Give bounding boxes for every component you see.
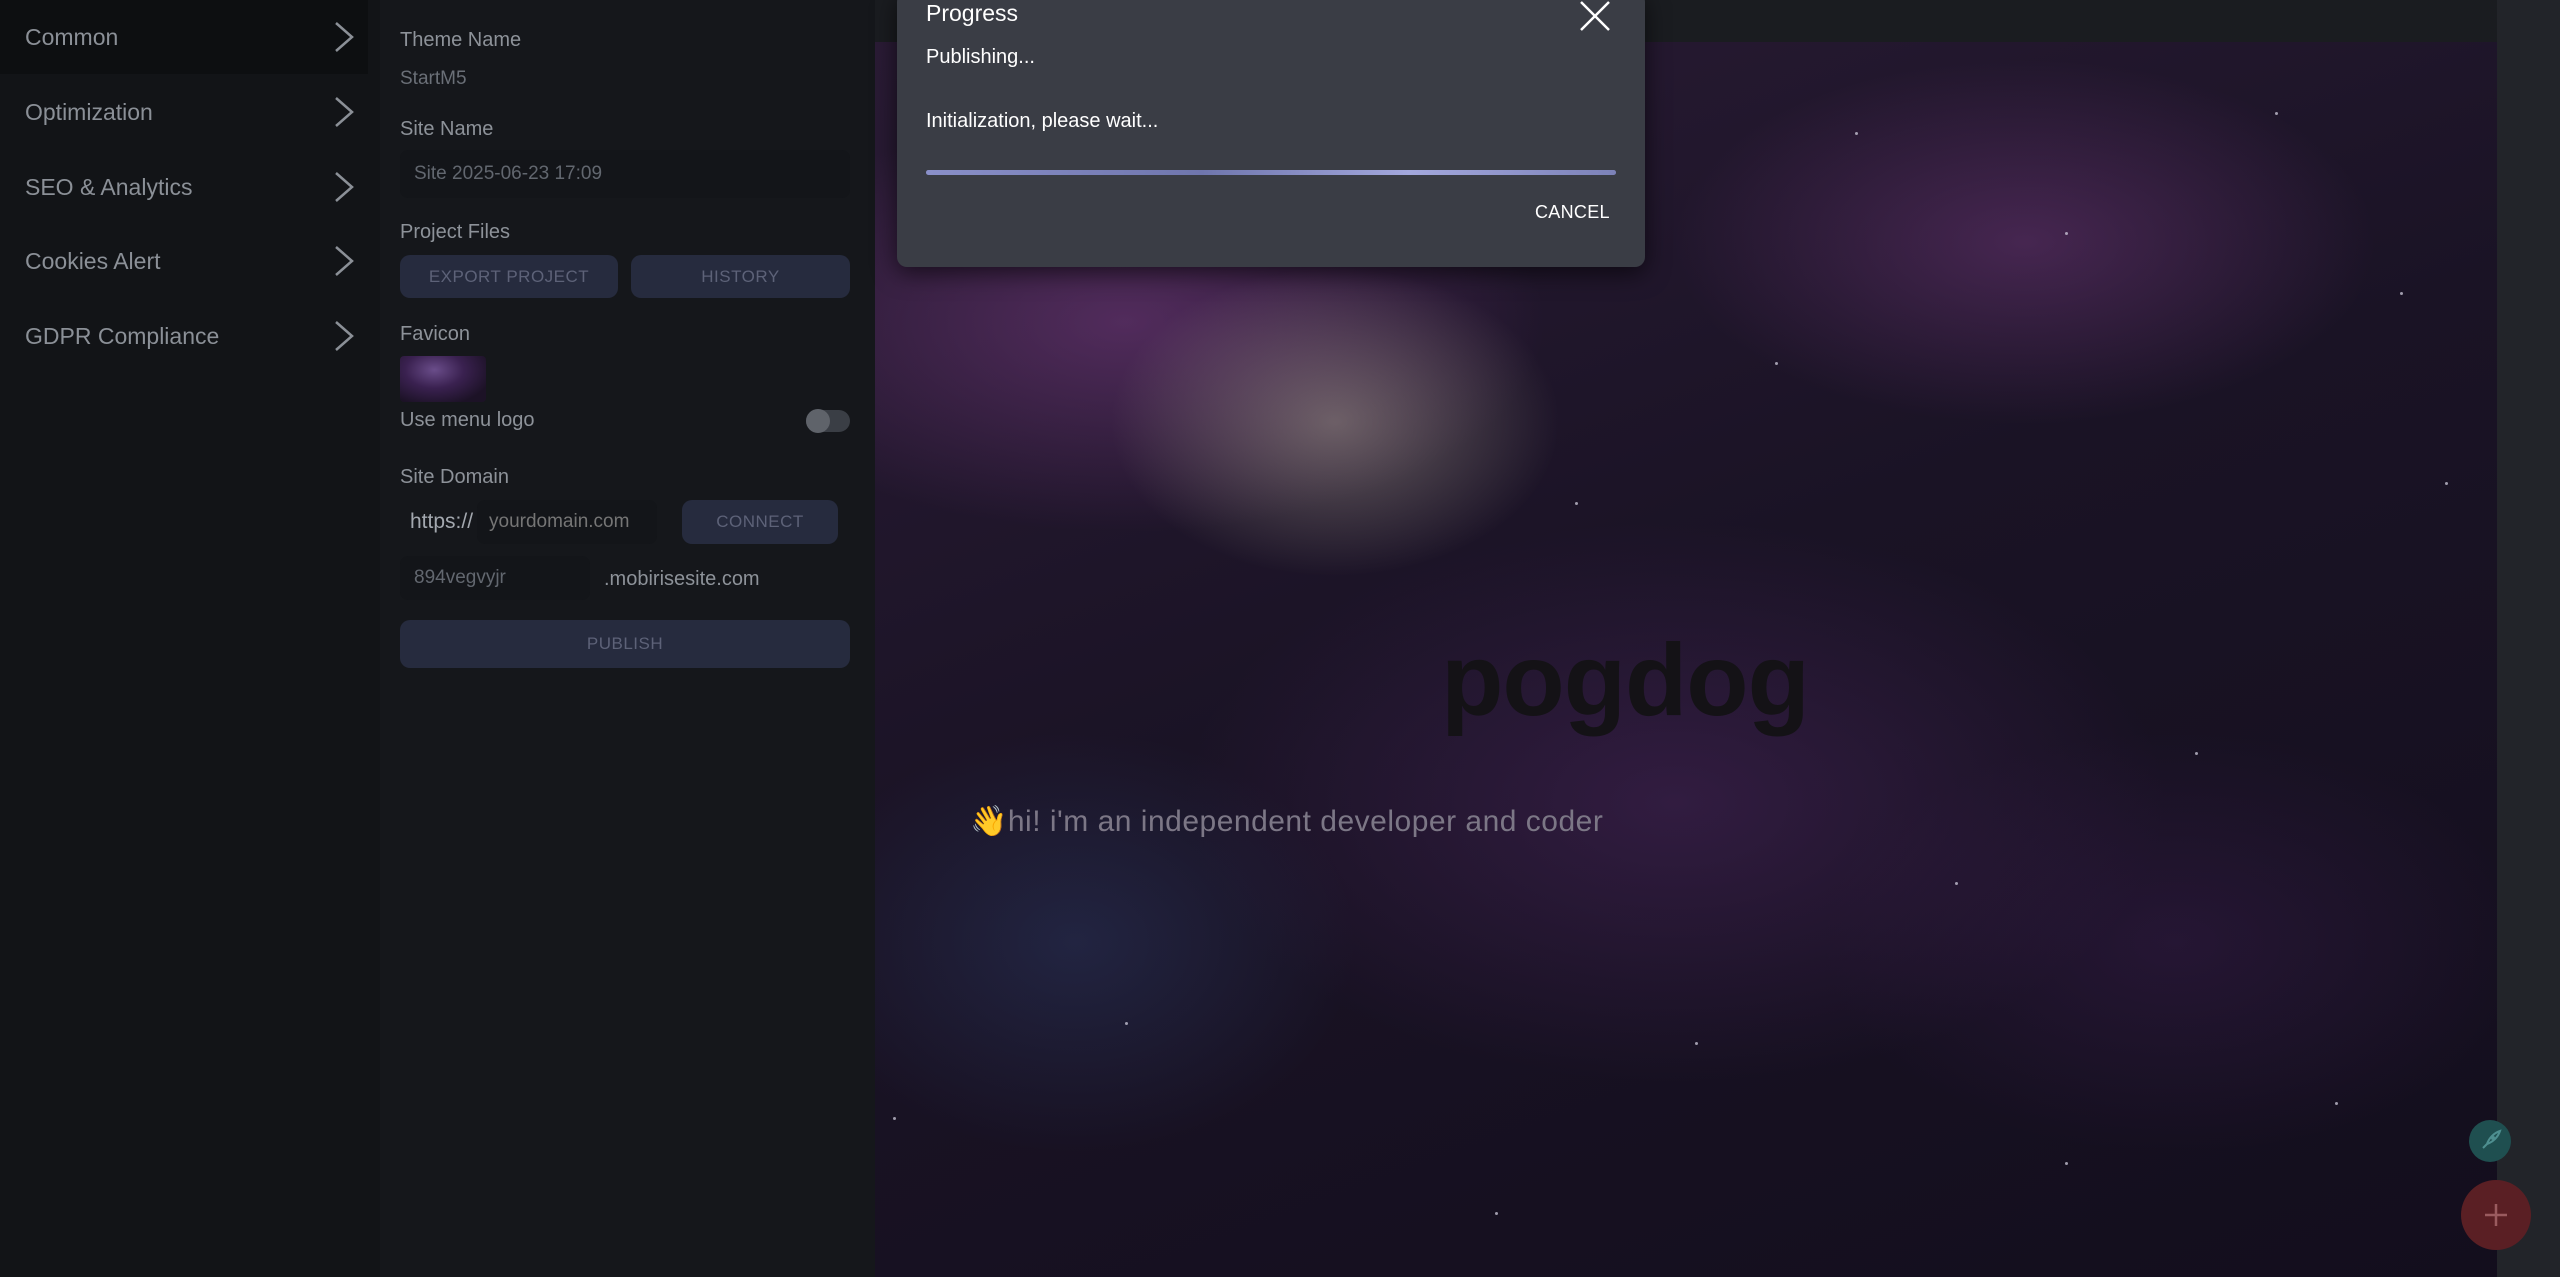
export-project-button[interactable]: EXPORT PROJECT (400, 255, 618, 298)
star (2065, 1162, 2068, 1165)
site-name-label: Site Name (400, 118, 494, 140)
subdomain-value: 894vegvyjr (414, 567, 506, 588)
star (2445, 482, 2448, 485)
connect-button[interactable]: CONNECT (682, 500, 838, 544)
publish-button[interactable]: PUBLISH (400, 620, 850, 668)
star (2400, 292, 2403, 295)
domain-prefix: https:// (410, 510, 474, 533)
star (893, 1117, 896, 1120)
add-block-button[interactable] (2461, 1180, 2531, 1250)
star (1955, 882, 1958, 885)
close-icon[interactable] (1577, 0, 1613, 34)
subdomain-suffix: .mobirisesite.com (604, 568, 760, 590)
theme-name-label: Theme Name (400, 29, 522, 51)
chevron-right-icon (335, 172, 354, 202)
dialog-status: Publishing... (926, 46, 1035, 68)
star (1495, 1212, 1498, 1215)
chevron-right-icon (335, 97, 354, 127)
star (1695, 1042, 1698, 1045)
dialog-title: Progress (926, 0, 1019, 26)
plus-icon (2485, 1204, 2507, 1226)
preview-scroll-strip (2497, 0, 2560, 1277)
custom-domain-input[interactable] (477, 500, 657, 544)
nav-item-label: Common (25, 23, 119, 50)
favicon-label: Favicon (400, 323, 471, 345)
subdomain-input[interactable]: 894vegvyjr (400, 556, 590, 600)
nav-item-label: Optimization (25, 98, 153, 125)
nav-item-optimization[interactable]: Optimization (0, 75, 368, 149)
star (2195, 752, 2198, 755)
progress-bar (926, 170, 1616, 175)
nav-item-gdpr-compliance[interactable]: GDPR Compliance (0, 299, 368, 373)
theme-name-value: StartM5 (400, 68, 467, 89)
toggle-knob (806, 409, 830, 433)
nav-item-common[interactable]: Common (0, 0, 368, 74)
star (1125, 1022, 1128, 1025)
progress-bar-fill (926, 170, 1616, 175)
star (2275, 112, 2278, 115)
site-name-input[interactable]: Site 2025-06-23 17:09 (400, 150, 850, 198)
publish-rocket-button[interactable] (2469, 1120, 2511, 1162)
hero-subtitle: 👋hi! i'm an independent developer and co… (970, 805, 1604, 838)
nav-item-cookies-alert[interactable]: Cookies Alert (0, 224, 368, 298)
settings-nav: Common Optimization SEO & Analytics Cook… (0, 0, 380, 1277)
history-button[interactable]: HISTORY (631, 255, 850, 298)
hero-title: pogdog (1441, 623, 1810, 737)
site-domain-label: Site Domain (400, 466, 509, 488)
site-name-value: Site 2025-06-23 17:09 (414, 163, 603, 184)
project-files-label: Project Files (400, 221, 511, 243)
nav-item-seo-analytics[interactable]: SEO & Analytics (0, 150, 368, 224)
chevron-right-icon (335, 321, 354, 351)
menu-logo-toggle[interactable] (806, 409, 850, 433)
star (1855, 132, 1858, 135)
menu-logo-label: Use menu logo (400, 409, 535, 431)
cancel-button[interactable]: CANCEL (1535, 202, 1610, 223)
settings-panel: Theme Name StartM5 Site Name Site 2025-0… (380, 0, 875, 1277)
progress-dialog: Progress Publishing... Initialization, p… (897, 0, 1645, 267)
chevron-right-icon (335, 246, 354, 276)
star (2065, 232, 2068, 235)
dialog-message: Initialization, please wait... (926, 110, 1159, 132)
favicon-image[interactable] (400, 356, 486, 402)
star (1575, 502, 1578, 505)
nav-item-label: GDPR Compliance (25, 322, 220, 349)
star (2335, 1102, 2338, 1105)
rocket-icon (2482, 1129, 2502, 1149)
nav-item-label: Cookies Alert (25, 247, 161, 274)
star (1775, 362, 1778, 365)
nav-item-label: SEO & Analytics (25, 173, 193, 200)
chevron-right-icon (335, 22, 354, 52)
